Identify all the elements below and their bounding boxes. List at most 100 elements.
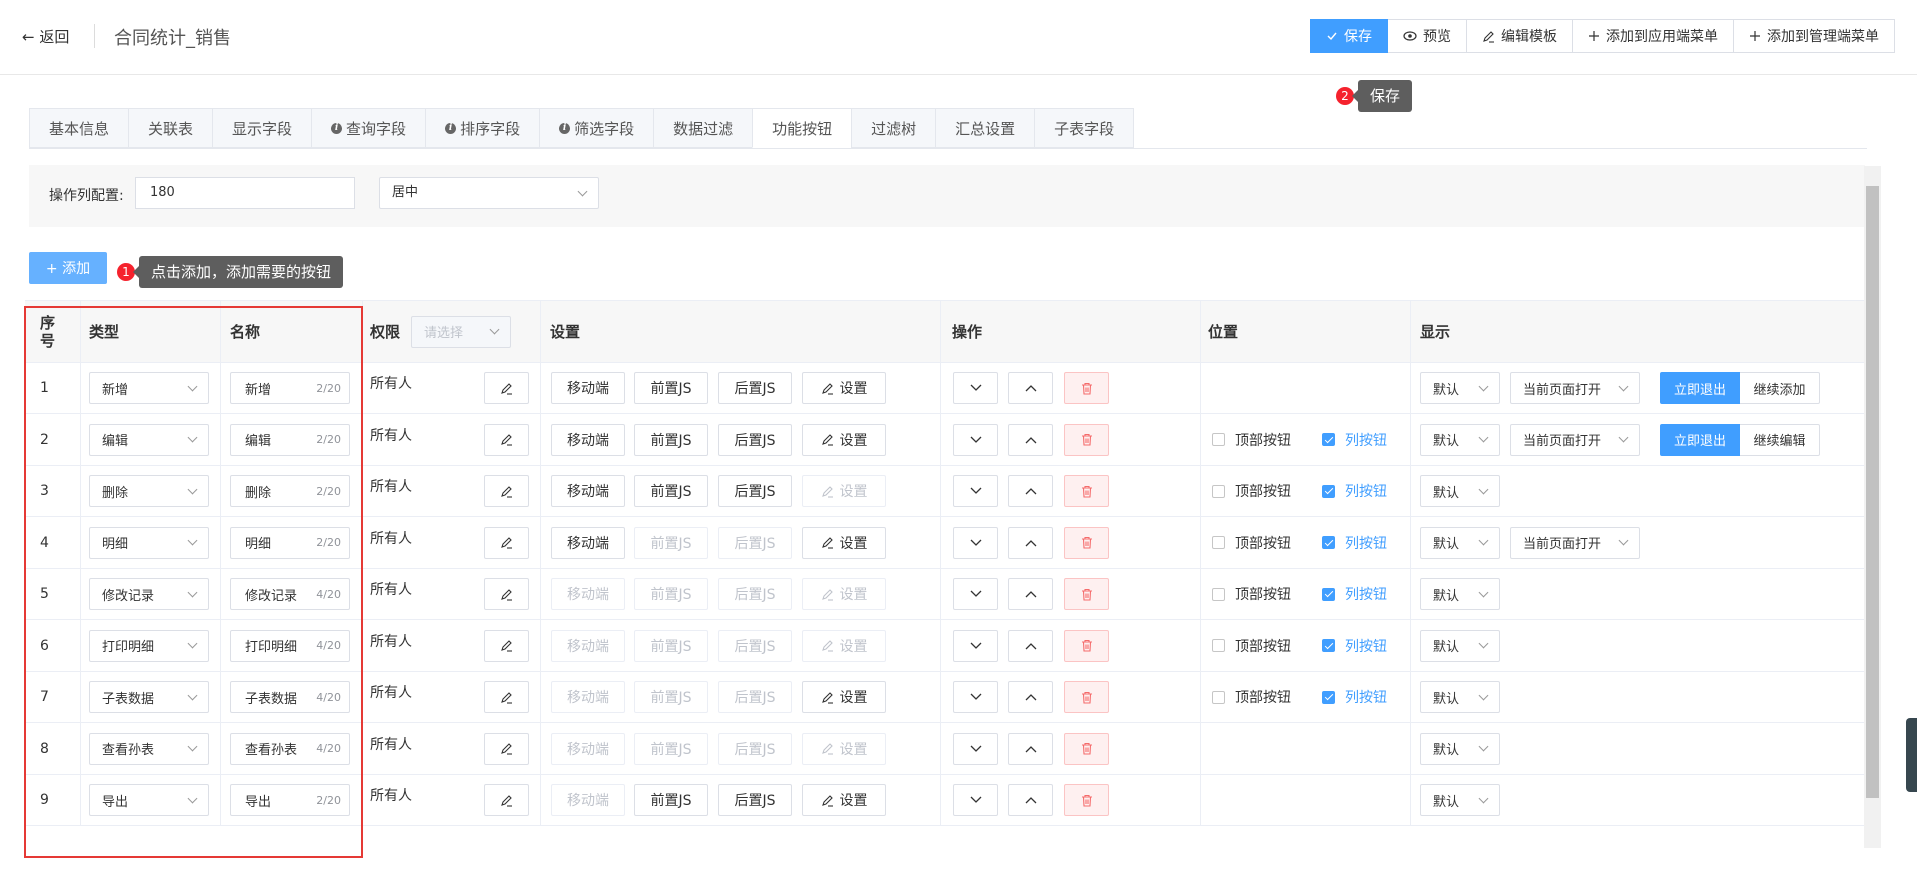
mobile-button[interactable]: 移动端	[551, 526, 625, 559]
top-button-checkbox[interactable]: 顶部按钮	[1212, 672, 1291, 722]
mobile-button[interactable]: 移动端	[551, 578, 625, 610]
column-align-select[interactable]: 居中	[379, 177, 599, 209]
type-select[interactable]: 查看孙表	[89, 732, 209, 765]
tab-3[interactable]: i 查询字段	[311, 108, 426, 148]
name-input[interactable]: 查看孙表 4/20	[230, 732, 350, 765]
toolbar-button-4[interactable]: 添加到管理端菜单	[1734, 19, 1895, 53]
type-select[interactable]: 明细	[89, 526, 209, 559]
move-down-button[interactable]	[953, 732, 998, 765]
delete-button[interactable]	[1064, 732, 1109, 765]
setup-button[interactable]: 设置	[802, 681, 886, 713]
move-up-button[interactable]	[1008, 681, 1053, 713]
display-select[interactable]: 默认	[1420, 423, 1500, 456]
tab-1[interactable]: 关联表	[128, 108, 213, 148]
side-widget[interactable]	[1906, 718, 1917, 792]
continue-button[interactable]: 继续添加	[1740, 372, 1820, 404]
post-js-button[interactable]: 后置JS	[718, 784, 792, 816]
tab-2[interactable]: 显示字段	[212, 108, 312, 148]
type-select[interactable]: 导出	[89, 784, 209, 816]
pre-js-button[interactable]: 前置JS	[634, 681, 708, 713]
move-up-button[interactable]	[1008, 423, 1053, 456]
type-select[interactable]: 编辑	[89, 423, 209, 456]
move-up-button[interactable]	[1008, 475, 1053, 507]
permission-filter-select[interactable]: 请选择	[411, 315, 511, 348]
pre-js-button[interactable]: 前置JS	[634, 578, 708, 610]
setup-button[interactable]: 设置	[802, 578, 886, 610]
delete-button[interactable]	[1064, 372, 1109, 404]
toolbar-button-3[interactable]: 添加到应用端菜单	[1573, 19, 1734, 53]
tab-5[interactable]: i 筛选字段	[539, 108, 654, 148]
scrollbar-thumb[interactable]	[1866, 186, 1879, 798]
setup-button[interactable]: 设置	[802, 732, 886, 765]
type-select[interactable]: 删除	[89, 475, 209, 507]
pre-js-button[interactable]: 前置JS	[634, 784, 708, 816]
move-up-button[interactable]	[1008, 526, 1053, 559]
name-input[interactable]: 编辑 2/20	[230, 423, 350, 456]
setup-button[interactable]: 设置	[802, 423, 886, 456]
permission-edit-button[interactable]	[484, 732, 529, 765]
toolbar-button-1[interactable]: 预览	[1388, 19, 1467, 53]
move-down-button[interactable]	[953, 372, 998, 404]
tab-4[interactable]: i 排序字段	[425, 108, 540, 148]
toolbar-button-0[interactable]: 保存	[1310, 19, 1388, 53]
move-down-button[interactable]	[953, 629, 998, 662]
column-button-checkbox[interactable]: 列按钮	[1322, 621, 1387, 671]
tab-7[interactable]: 功能按钮	[752, 108, 852, 148]
name-input[interactable]: 导出 2/20	[230, 784, 350, 816]
top-button-checkbox[interactable]: 顶部按钮	[1212, 621, 1291, 671]
move-up-button[interactable]	[1008, 372, 1053, 404]
display-select[interactable]: 默认	[1420, 784, 1500, 816]
permission-edit-button[interactable]	[484, 578, 529, 610]
continue-button[interactable]: 继续编辑	[1740, 423, 1820, 456]
setup-button[interactable]: 设置	[802, 372, 886, 404]
open-mode-select[interactable]: 当前页面打开	[1510, 526, 1640, 559]
permission-edit-button[interactable]	[484, 475, 529, 507]
move-up-button[interactable]	[1008, 784, 1053, 816]
column-button-checkbox[interactable]: 列按钮	[1322, 672, 1387, 722]
column-button-checkbox[interactable]: 列按钮	[1322, 518, 1387, 568]
display-select[interactable]: 默认	[1420, 732, 1500, 765]
top-button-checkbox[interactable]: 顶部按钮	[1212, 518, 1291, 568]
pre-js-button[interactable]: 前置JS	[634, 423, 708, 456]
name-input[interactable]: 打印明细 4/20	[230, 629, 350, 662]
post-js-button[interactable]: 后置JS	[718, 526, 792, 559]
pre-js-button[interactable]: 前置JS	[634, 732, 708, 765]
permission-edit-button[interactable]	[484, 372, 529, 404]
mobile-button[interactable]: 移动端	[551, 372, 625, 404]
type-select[interactable]: 子表数据	[89, 681, 209, 713]
setup-button[interactable]: 设置	[802, 784, 886, 816]
permission-edit-button[interactable]	[484, 629, 529, 662]
type-select[interactable]: 修改记录	[89, 578, 209, 610]
delete-button[interactable]	[1064, 578, 1109, 610]
display-select[interactable]: 默认	[1420, 578, 1500, 610]
column-button-checkbox[interactable]: 列按钮	[1322, 466, 1387, 516]
back-button[interactable]: ← 返回	[22, 26, 69, 47]
move-up-button[interactable]	[1008, 578, 1053, 610]
open-mode-select[interactable]: 当前页面打开	[1510, 423, 1640, 456]
permission-filter[interactable]: 请选择	[411, 301, 511, 362]
move-down-button[interactable]	[953, 475, 998, 507]
exit-immediately-button[interactable]: 立即退出	[1660, 423, 1740, 456]
mobile-button[interactable]: 移动端	[551, 784, 625, 816]
mobile-button[interactable]: 移动端	[551, 423, 625, 456]
post-js-button[interactable]: 后置JS	[718, 578, 792, 610]
move-down-button[interactable]	[953, 578, 998, 610]
delete-button[interactable]	[1064, 423, 1109, 456]
display-select[interactable]: 默认	[1420, 475, 1500, 507]
delete-button[interactable]	[1064, 526, 1109, 559]
type-select[interactable]: 打印明细	[89, 629, 209, 662]
vertical-scrollbar[interactable]	[1864, 166, 1881, 848]
exit-immediately-button[interactable]: 立即退出	[1660, 372, 1740, 404]
column-button-checkbox[interactable]: 列按钮	[1322, 415, 1387, 465]
post-js-button[interactable]: 后置JS	[718, 423, 792, 456]
delete-button[interactable]	[1064, 475, 1109, 507]
display-select[interactable]: 默认	[1420, 629, 1500, 662]
move-down-button[interactable]	[953, 681, 998, 713]
permission-edit-button[interactable]	[484, 423, 529, 456]
move-down-button[interactable]	[953, 423, 998, 456]
delete-button[interactable]	[1064, 784, 1109, 816]
move-down-button[interactable]	[953, 526, 998, 559]
permission-edit-button[interactable]	[484, 681, 529, 713]
add-button[interactable]: + 添加	[29, 252, 107, 284]
display-select[interactable]: 默认	[1420, 526, 1500, 559]
